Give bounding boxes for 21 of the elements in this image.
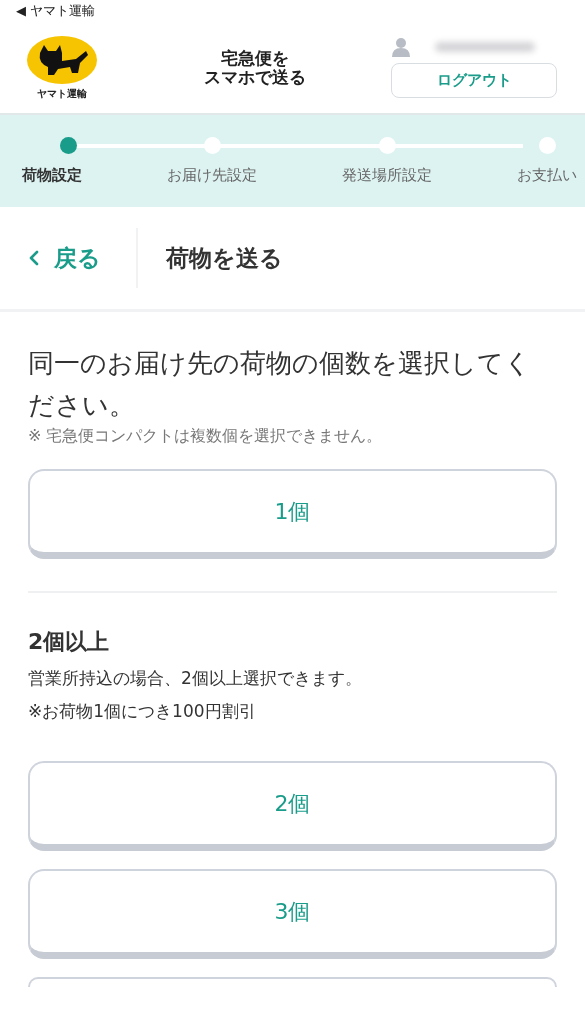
logout-button[interactable]: ログアウト xyxy=(391,63,557,98)
step-label: お支払い xyxy=(517,166,577,185)
info-text: ※お荷物1個につき100円割引 xyxy=(28,700,257,723)
app-title: 宅急便を スマホで送る xyxy=(202,48,307,87)
back-to-app-link[interactable]: ◀ ヤマト運輸 xyxy=(16,2,96,20)
question-text: 同一のお届け先の荷物の個数を選択してください。 xyxy=(28,347,532,422)
back-link[interactable]: 戻る xyxy=(0,242,108,274)
page-title: 荷物を送る xyxy=(166,243,283,273)
section-heading: 2個以上 xyxy=(28,628,111,656)
step-label: 発送場所設定 xyxy=(342,166,432,185)
info-text: 営業所持込の場合、2個以上選択できます。 xyxy=(28,667,363,690)
quantity-option-button[interactable]: 3個 xyxy=(28,869,557,959)
step-label: 荷物設定 xyxy=(22,166,82,185)
logo-text: ヤマト運輸 xyxy=(37,86,87,101)
note-text: ※ 宅急便コンパクトは複数個を選択できません。 xyxy=(28,426,384,447)
step-label: お届け先設定 xyxy=(167,166,257,185)
quantity-option-button[interactable]: 1個 xyxy=(28,469,557,559)
quantity-option-button[interactable]: 2個 xyxy=(28,761,557,851)
logo-icon xyxy=(26,34,98,85)
chevron-left-icon xyxy=(28,249,40,267)
user-icon xyxy=(391,37,411,57)
